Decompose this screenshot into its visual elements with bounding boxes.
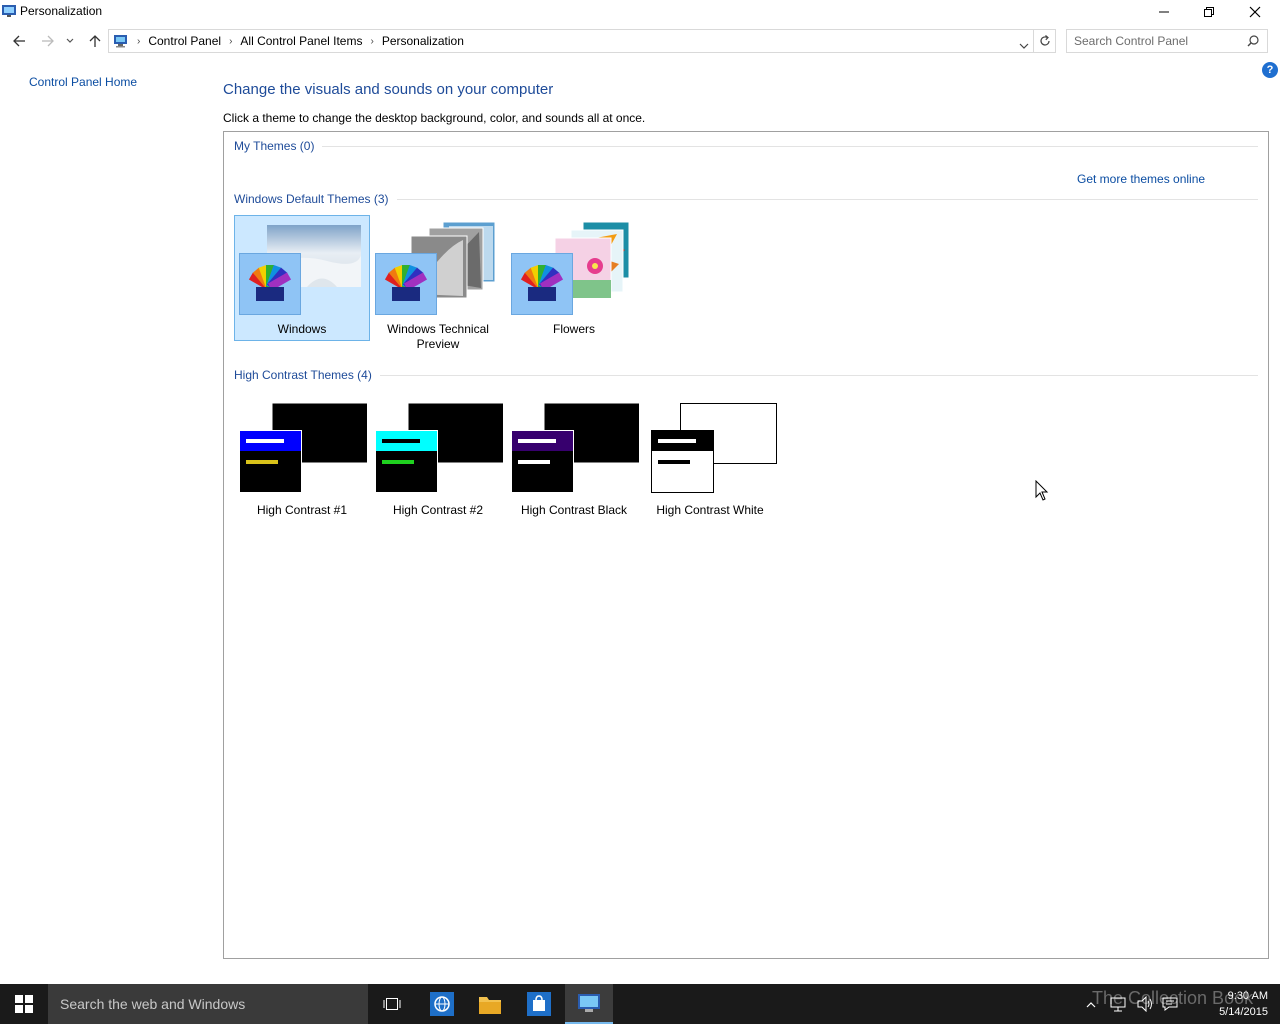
clock-time: 9:30 AM <box>1227 990 1268 1002</box>
taskbar-search-text: Search the web and Windows <box>60 996 246 1012</box>
recent-locations-chevron-icon[interactable] <box>61 30 79 52</box>
theme-windows[interactable]: Windows <box>234 215 370 341</box>
start-button[interactable] <box>0 984 48 1024</box>
folder-icon <box>479 997 501 1014</box>
theme-high-contrast-2[interactable]: High Contrast #2 <box>370 396 506 522</box>
theme-label: Windows Technical Preview <box>387 322 489 351</box>
theme-label: Windows <box>277 322 327 336</box>
color-palette-icon <box>239 253 301 315</box>
control-panel-icon <box>113 34 129 48</box>
group-high-contrast-themes: High Contrast Themes (4) <box>234 368 1258 382</box>
theme-label: High Contrast #1 <box>256 503 348 517</box>
clock[interactable]: 9:30 AM 5/14/2015 <box>1210 988 1268 1020</box>
taskbar-browser[interactable] <box>418 984 466 1024</box>
page-subtitle: Click a theme to change the desktop back… <box>223 111 646 125</box>
color-palette-icon <box>375 253 437 315</box>
high-contrast-white-thumbnail <box>651 403 777 493</box>
group-default-themes: Windows Default Themes (3) <box>234 192 1258 206</box>
globe-icon <box>430 992 454 1016</box>
search-icon[interactable] <box>1247 35 1259 50</box>
personalization-icon <box>2 4 16 18</box>
color-palette-icon <box>511 253 573 315</box>
address-dropdown-icon[interactable] <box>1019 38 1029 52</box>
window-title: Personalization <box>20 4 103 18</box>
close-button[interactable] <box>1232 0 1278 24</box>
windows-logo-icon <box>15 995 33 1013</box>
taskbar-control-panel[interactable] <box>565 984 613 1024</box>
taskbar-file-explorer[interactable] <box>466 984 514 1024</box>
divider <box>322 145 1258 147</box>
minimize-button[interactable] <box>1141 0 1187 24</box>
high-contrast-1-thumbnail <box>239 403 367 493</box>
breadcrumb-control-panel[interactable]: Control Panel <box>144 34 225 48</box>
theme-list: My Themes (0) Get more themes online Win… <box>223 131 1269 959</box>
page-title: Change the visuals and sounds on your co… <box>223 81 554 98</box>
store-icon <box>527 992 551 1016</box>
control-panel-home-link[interactable]: Control Panel Home <box>29 75 137 89</box>
high-contrast-2-thumbnail <box>375 403 503 493</box>
restore-button[interactable] <box>1186 0 1232 24</box>
notifications-icon[interactable] <box>1162 996 1178 1015</box>
search-input[interactable] <box>1074 34 1244 48</box>
refresh-button[interactable] <box>1034 29 1056 53</box>
volume-icon[interactable] <box>1136 995 1154 1015</box>
theme-label: High Contrast Black <box>520 503 628 517</box>
group-my-themes: My Themes (0) <box>234 139 1258 153</box>
help-icon[interactable]: ? <box>1262 62 1278 78</box>
divider <box>396 198 1258 200</box>
group-label: High Contrast Themes (4) <box>234 368 372 382</box>
taskbar-search-box[interactable]: Search the web and Windows <box>48 984 368 1024</box>
chevron-right-icon[interactable]: › <box>366 36 377 47</box>
chevron-right-icon[interactable]: › <box>133 36 144 47</box>
clock-date: 5/14/2015 <box>1219 1006 1268 1018</box>
theme-high-contrast-black[interactable]: High Contrast Black <box>506 396 642 522</box>
show-hidden-icons-chevron-icon[interactable] <box>1086 998 1096 1012</box>
theme-flowers[interactable]: Flowers <box>506 215 642 341</box>
control-panel-icon <box>578 994 600 1012</box>
title-bar: Personalization <box>0 0 1280 24</box>
theme-high-contrast-white[interactable]: High Contrast White <box>642 396 778 522</box>
refresh-icon <box>1039 35 1050 46</box>
network-icon[interactable] <box>1110 996 1126 1015</box>
high-contrast-black-thumbnail <box>511 403 639 493</box>
get-more-themes-link[interactable]: Get more themes online <box>1077 172 1205 186</box>
task-view-icon <box>383 998 401 1010</box>
taskbar: Search the web and Windows The Collectio… <box>0 984 1280 1024</box>
up-arrow-icon[interactable] <box>84 30 106 52</box>
task-view-button[interactable] <box>368 984 416 1024</box>
group-label: Windows Default Themes (3) <box>234 192 389 206</box>
theme-label: High Contrast White <box>656 503 764 517</box>
forward-arrow-icon[interactable] <box>37 30 59 52</box>
breadcrumb-personalization[interactable]: Personalization <box>378 34 468 48</box>
breadcrumb: › Control Panel › All Control Panel Item… <box>113 34 468 48</box>
theme-label: High Contrast #2 <box>392 503 484 517</box>
breadcrumb-all-items[interactable]: All Control Panel Items <box>236 34 366 48</box>
group-label: My Themes (0) <box>234 139 315 153</box>
theme-windows-technical-preview[interactable]: Windows Technical Preview <box>370 215 506 351</box>
chevron-right-icon[interactable]: › <box>225 36 236 47</box>
theme-high-contrast-1[interactable]: High Contrast #1 <box>234 396 370 522</box>
address-bar[interactable]: › Control Panel › All Control Panel Item… <box>108 29 1034 53</box>
search-box[interactable] <box>1066 29 1268 53</box>
taskbar-store[interactable] <box>515 984 563 1024</box>
navigation-bar: › Control Panel › All Control Panel Item… <box>0 28 1280 54</box>
back-arrow-icon[interactable] <box>8 30 30 52</box>
theme-label: Flowers <box>552 322 595 336</box>
mouse-cursor-icon <box>1035 480 1049 501</box>
divider <box>379 374 1258 376</box>
